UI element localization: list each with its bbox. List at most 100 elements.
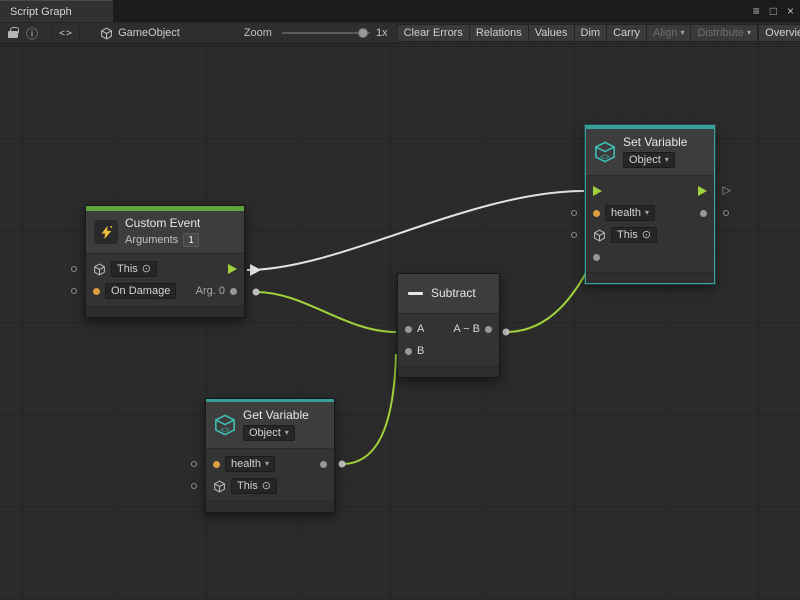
output-port[interactable]: [485, 326, 492, 333]
input-b-row: B: [398, 340, 499, 362]
target-dropdown-label: This: [617, 229, 638, 241]
node-footer: [206, 501, 334, 512]
input-a-port[interactable]: [405, 326, 412, 333]
flow-output-port[interactable]: [698, 186, 707, 196]
flow-input-port[interactable]: [593, 186, 602, 196]
external-output-port[interactable]: [723, 210, 729, 216]
target-input-port[interactable]: [571, 232, 577, 238]
tab-script-graph[interactable]: Script Graph: [0, 0, 113, 22]
info-icon[interactable]: ⓘ: [26, 25, 38, 42]
variable-name-label: health: [611, 207, 641, 219]
variable-cube-icon: <>: [594, 141, 616, 163]
external-flow-port-icon[interactable]: ▷: [723, 186, 731, 197]
overview-button[interactable]: Overview: [758, 24, 800, 42]
scope-dropdown[interactable]: Object ▾: [243, 425, 295, 441]
gameobject-cube-icon: [213, 480, 226, 493]
variable-port-dot: [213, 461, 220, 468]
zoom-label: Zoom: [244, 27, 272, 39]
variable-input-port[interactable]: [571, 210, 577, 216]
chevron-down-icon: ▾: [747, 29, 751, 37]
zoom-slider-track: [282, 32, 370, 34]
svg-text:<>: <>: [220, 427, 230, 435]
arg0-label: Arg. 0: [196, 285, 225, 297]
flow-output-port[interactable]: [228, 264, 237, 274]
flow-row: ▷: [586, 180, 714, 202]
node-title: Get Variable: [243, 409, 309, 422]
scope-dropdown[interactable]: Object ▾: [623, 152, 675, 168]
input-b-port[interactable]: [405, 348, 412, 355]
node-set-variable[interactable]: <> Set Variable Object ▾ ▷ health ▾: [585, 125, 715, 284]
event-port-dot: [93, 288, 100, 295]
node-header[interactable]: Subtract: [398, 274, 499, 313]
event-input-port[interactable]: [71, 288, 77, 294]
carry-button[interactable]: Carry: [606, 24, 647, 42]
target-input-port[interactable]: [191, 483, 197, 489]
node-header[interactable]: Custom Event Arguments 1: [86, 211, 244, 253]
relations-button[interactable]: Relations: [469, 24, 529, 42]
variable-name-row: health ▾: [206, 453, 334, 475]
align-label: Align: [653, 27, 677, 39]
arguments-count-field[interactable]: 1: [183, 233, 199, 247]
variable-port-dot: [593, 210, 600, 217]
tab-title: Script Graph: [10, 6, 72, 18]
zoom-slider-knob[interactable]: [358, 28, 368, 38]
graph-owner-button[interactable]: GameObject: [100, 27, 180, 40]
zoom-slider[interactable]: [282, 26, 370, 40]
input-b-label: B: [417, 345, 424, 357]
clear-errors-label: Clear Errors: [404, 27, 463, 39]
custom-event-icon: [94, 220, 118, 244]
node-footer: [86, 306, 244, 317]
node-title: Custom Event: [125, 217, 200, 230]
target-picker-icon: ⊙: [142, 264, 151, 275]
window-close-icon[interactable]: ×: [787, 5, 794, 17]
chevron-down-icon: ▾: [665, 156, 669, 164]
window-tab-bar: Script Graph ≡ □ ×: [0, 0, 800, 22]
input-a-label: A: [417, 323, 424, 335]
dim-button[interactable]: Dim: [574, 24, 608, 42]
value-output-port[interactable]: [700, 210, 707, 217]
node-custom-event[interactable]: Custom Event Arguments 1 This ⊙ On Damag…: [85, 205, 245, 318]
chevron-down-icon: ▾: [285, 429, 289, 437]
variable-cube-icon: <>: [214, 414, 236, 436]
event-name-label: On Damage: [111, 285, 170, 297]
target-picker-icon: ⊙: [642, 230, 651, 241]
variable-input-port[interactable]: [191, 461, 197, 467]
target-dropdown[interactable]: This ⊙: [611, 227, 657, 243]
node-header[interactable]: <> Set Variable Object ▾: [586, 129, 714, 175]
toolbar-divider: [52, 26, 53, 40]
zoom-value: 1x: [376, 27, 388, 39]
value-input-port[interactable]: [593, 254, 600, 261]
value-output-port[interactable]: [320, 461, 327, 468]
distribute-label: Distribute: [697, 27, 743, 39]
distribute-button: Distribute ▾: [690, 24, 757, 42]
event-name-field[interactable]: On Damage: [105, 283, 176, 299]
values-label: Values: [535, 27, 568, 39]
target-dropdown[interactable]: This ⊙: [231, 478, 277, 494]
chevron-down-icon: ▾: [645, 209, 649, 217]
relations-label: Relations: [476, 27, 522, 39]
align-button: Align ▾: [646, 24, 691, 42]
target-port-row: This ⊙: [86, 258, 244, 280]
target-picker-icon: ⊙: [262, 481, 271, 492]
graph-toolbar: ⓘ <> GameObject Zoom 1x Clear Errors Rel…: [0, 22, 800, 44]
node-get-variable[interactable]: <> Get Variable Object ▾ health ▾ This ⊙: [205, 398, 335, 513]
node-subtract[interactable]: Subtract A A − B B: [397, 273, 500, 378]
scope-label: Object: [249, 427, 281, 439]
clear-errors-button[interactable]: Clear Errors: [397, 24, 470, 42]
arg0-output-port[interactable]: [230, 288, 237, 295]
subtract-icon: [408, 292, 423, 295]
variable-dropdown[interactable]: health ▾: [605, 205, 655, 221]
node-body: A A − B B: [398, 313, 499, 366]
node-header[interactable]: <> Get Variable Object ▾: [206, 402, 334, 448]
node-body: ▷ health ▾ This ⊙: [586, 175, 714, 272]
svg-text:<>: <>: [600, 154, 610, 162]
node-title: Set Variable: [623, 136, 687, 149]
target-input-port[interactable]: [71, 266, 77, 272]
window-menu-icon[interactable]: ≡: [753, 5, 760, 17]
values-button[interactable]: Values: [528, 24, 575, 42]
variable-dropdown[interactable]: health ▾: [225, 456, 275, 472]
code-view-icon[interactable]: <>: [59, 28, 73, 39]
target-dropdown[interactable]: This ⊙: [111, 261, 157, 277]
lock-icon[interactable]: [8, 31, 18, 38]
window-maximize-icon[interactable]: □: [770, 5, 777, 17]
